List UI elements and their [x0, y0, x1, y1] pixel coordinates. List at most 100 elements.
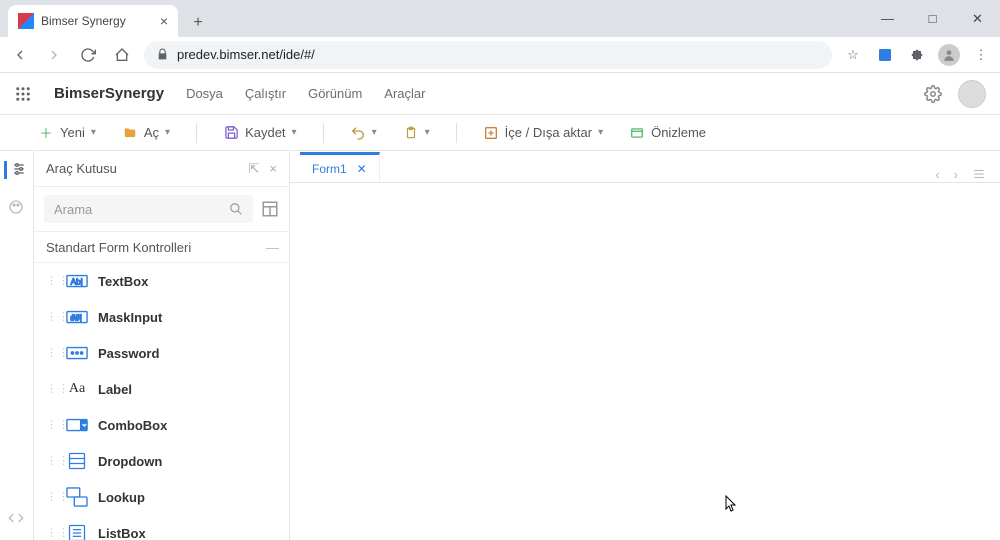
toolbox-search-input[interactable]: Arama: [44, 195, 253, 223]
control-password[interactable]: ⋮⋮ Password: [34, 335, 289, 371]
reload-button[interactable]: [76, 43, 100, 67]
control-maskinput[interactable]: ⋮⋮ ##| MaskInput: [34, 299, 289, 335]
minimize-button[interactable]: —: [865, 0, 910, 37]
separator: [323, 123, 324, 143]
save-label: Kaydet: [245, 125, 285, 140]
back-button[interactable]: [8, 43, 32, 67]
control-dropdown[interactable]: ⋮⋮ Dropdown: [34, 443, 289, 479]
undo-button[interactable]: ▾: [350, 125, 377, 141]
drag-handle-icon[interactable]: ⋮⋮: [46, 387, 56, 391]
outline-icon[interactable]: [972, 167, 986, 181]
document-tabs: Form1 ✕ ‹ ›: [290, 151, 1000, 183]
cursor-icon: [725, 495, 739, 513]
user-avatar[interactable]: [958, 80, 986, 108]
new-button[interactable]: ＋ Yeni ▾: [38, 125, 96, 141]
save-icon: [223, 125, 239, 141]
section-header[interactable]: Standart Form Kontrolleri —: [34, 231, 289, 263]
tool-code-icon[interactable]: [8, 510, 26, 528]
browser-tab-strip: Bimser Synergy × + — □ ✕: [0, 0, 1000, 37]
dropdown-icon: [66, 452, 88, 470]
pin-icon[interactable]: ⇱: [249, 161, 260, 177]
address-bar[interactable]: predev.bimser.net/ide/#/: [144, 41, 832, 69]
toolbox-panel: Araç Kutusu ⇱ × Arama Standart Form Kont…: [34, 151, 290, 540]
control-label: Password: [98, 346, 159, 361]
next-tab-icon[interactable]: ›: [954, 167, 958, 182]
svg-text:Ab|: Ab|: [71, 278, 83, 287]
browser-tab[interactable]: Bimser Synergy ×: [8, 5, 178, 37]
layout-icon[interactable]: [261, 200, 279, 218]
drag-handle-icon[interactable]: ⋮⋮: [46, 495, 56, 499]
control-lookup[interactable]: ⋮⋮ Lookup: [34, 479, 289, 515]
menu-run[interactable]: Çalıştır: [245, 86, 286, 101]
star-icon[interactable]: ☆: [842, 44, 864, 66]
chevron-down-icon: ▾: [165, 127, 170, 138]
maximize-button[interactable]: □: [910, 0, 955, 37]
brand-label: BimserSynergy: [54, 85, 164, 102]
save-button[interactable]: Kaydet ▾: [223, 125, 297, 141]
new-tab-button[interactable]: +: [184, 9, 212, 37]
kebab-menu-icon[interactable]: ⋮: [970, 44, 992, 66]
profile-avatar[interactable]: [938, 44, 960, 66]
forward-button[interactable]: [42, 43, 66, 67]
tool-settings-icon[interactable]: [4, 161, 22, 179]
chevron-down-icon: ▾: [425, 127, 430, 138]
chevron-down-icon: ▾: [372, 127, 377, 138]
plus-icon: ＋: [38, 125, 54, 141]
new-label: Yeni: [60, 125, 85, 140]
import-export-button[interactable]: İçe / Dışa aktar ▾: [483, 125, 603, 141]
collapse-icon[interactable]: —: [266, 240, 277, 255]
lookup-icon: [66, 488, 88, 506]
drag-handle-icon[interactable]: ⋮⋮: [46, 459, 56, 463]
form-designer-canvas[interactable]: [290, 183, 1000, 540]
import-export-label: İçe / Dışa aktar: [505, 125, 592, 140]
control-label[interactable]: ⋮⋮ Aa Label: [34, 371, 289, 407]
app-toolbar: ＋ Yeni ▾ Aç ▾ Kaydet ▾ ▾ ▾ İçe / Dışa ak: [0, 115, 1000, 151]
menu-tools[interactable]: Araçlar: [384, 86, 425, 101]
import-export-icon: [483, 125, 499, 141]
menu-view[interactable]: Görünüm: [308, 86, 362, 101]
chevron-down-icon: ▾: [91, 127, 96, 138]
preview-button[interactable]: Önizleme: [629, 125, 706, 141]
close-icon[interactable]: ✕: [357, 162, 367, 176]
apps-grid-icon[interactable]: [14, 85, 32, 103]
drag-handle-icon[interactable]: ⋮⋮: [46, 351, 56, 355]
browser-tab-title: Bimser Synergy: [41, 14, 126, 28]
left-rail: [0, 151, 34, 540]
control-label: ComboBox: [98, 418, 167, 433]
designer-column: Form1 ✕ ‹ ›: [290, 151, 1000, 540]
undo-icon: [350, 125, 366, 141]
menu-file[interactable]: Dosya: [186, 86, 223, 101]
separator: [196, 123, 197, 143]
home-button[interactable]: [110, 43, 134, 67]
controls-list: ⋮⋮ Ab| TextBox ⋮⋮ ##| MaskInput ⋮⋮ Passw…: [34, 263, 289, 540]
control-listbox[interactable]: ⋮⋮ ListBox: [34, 515, 289, 540]
control-textbox[interactable]: ⋮⋮ Ab| TextBox: [34, 263, 289, 299]
textbox-icon: Ab|: [66, 272, 88, 290]
folder-icon: [122, 125, 138, 141]
translate-icon[interactable]: [874, 44, 896, 66]
url-text: predev.bimser.net/ide/#/: [177, 47, 315, 62]
prev-tab-icon[interactable]: ‹: [935, 167, 939, 182]
close-icon[interactable]: ×: [269, 161, 277, 177]
control-label: Lookup: [98, 490, 145, 505]
open-button[interactable]: Aç ▾: [122, 125, 170, 141]
close-window-button[interactable]: ✕: [955, 0, 1000, 37]
lock-icon: [156, 48, 169, 61]
drag-handle-icon[interactable]: ⋮⋮: [46, 423, 56, 427]
close-icon[interactable]: ×: [160, 13, 168, 29]
drag-handle-icon[interactable]: ⋮⋮: [46, 279, 56, 283]
window-controls: — □ ✕: [865, 0, 1000, 37]
control-combobox[interactable]: ⋮⋮ ComboBox: [34, 407, 289, 443]
extensions-icon[interactable]: [906, 44, 928, 66]
clipboard-button[interactable]: ▾: [403, 125, 430, 141]
clipboard-icon: [403, 125, 419, 141]
document-tab[interactable]: Form1 ✕: [300, 152, 380, 182]
password-icon: [66, 344, 88, 362]
favicon-icon: [18, 13, 34, 29]
tool-palette-icon[interactable]: [8, 199, 26, 217]
drag-handle-icon[interactable]: ⋮⋮: [46, 531, 56, 535]
settings-gear-icon[interactable]: [924, 85, 942, 103]
control-label: MaskInput: [98, 310, 162, 325]
drag-handle-icon[interactable]: ⋮⋮: [46, 315, 56, 319]
label-icon: Aa: [66, 380, 88, 398]
